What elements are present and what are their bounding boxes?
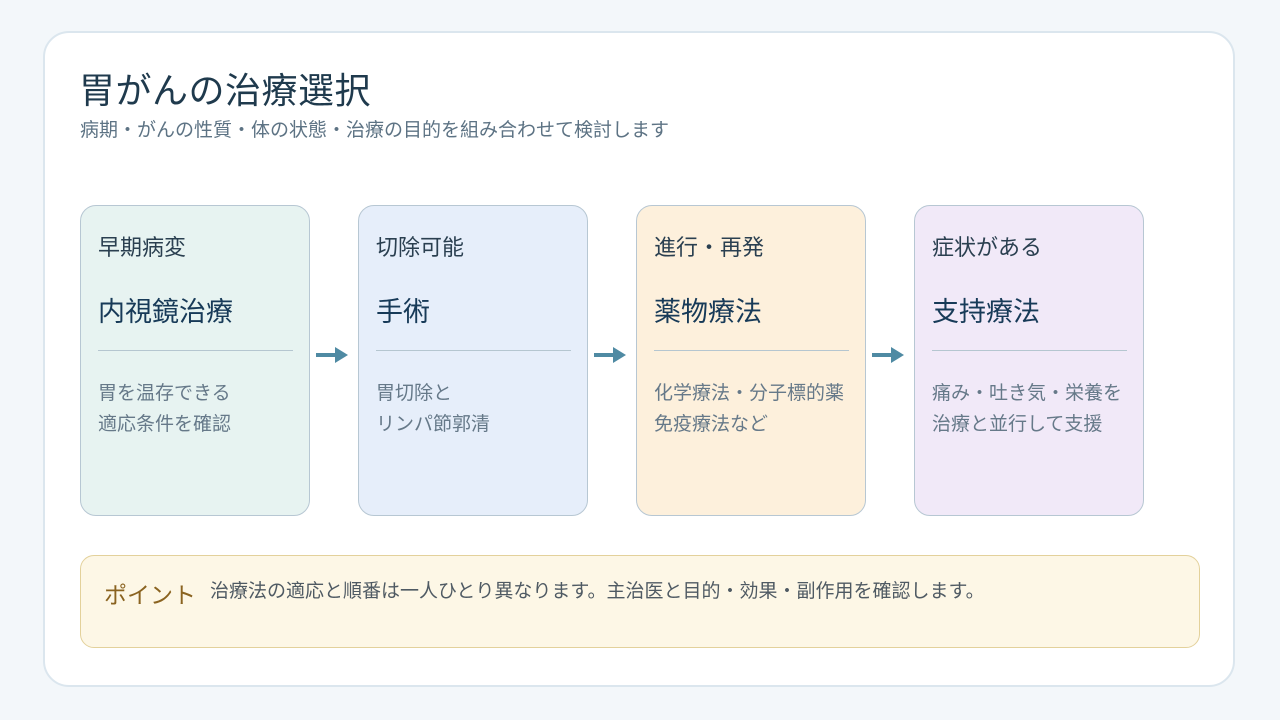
treatment-description: 胃を温存できる 適応条件を確認 xyxy=(98,378,303,440)
point-note: ポイント 治療法の適応と順番は一人ひとり異なります。主治医と目的・効果・副作用を… xyxy=(80,555,1200,648)
description-line: 治療と並行して支援 xyxy=(932,413,1103,435)
description-line: 痛み・吐き気・栄養を xyxy=(932,382,1123,404)
card-divider xyxy=(654,350,849,351)
stage-label: 切除可能 xyxy=(376,236,465,261)
arrow-right-icon xyxy=(872,347,904,363)
description-line: 化学療法・分子標的薬 xyxy=(654,382,845,404)
arrow-right-icon xyxy=(316,347,348,363)
page-subtitle: 病期・がんの性質・体の状態・治療の目的を組み合わせて検討します xyxy=(80,119,670,141)
step-card-drug-therapy: 進行・再発 薬物療法 化学療法・分子標的薬 免疫療法など xyxy=(636,205,866,516)
card-divider xyxy=(932,350,1127,351)
treatment-name: 内視鏡治療 xyxy=(98,297,233,328)
step-card-supportive-care: 症状がある 支持療法 痛み・吐き気・栄養を 治療と並行して支援 xyxy=(914,205,1144,516)
treatment-name: 薬物療法 xyxy=(654,297,762,328)
description-line: 免疫療法など xyxy=(654,413,769,435)
card-divider xyxy=(98,350,293,351)
arrow-right-icon xyxy=(594,347,626,363)
treatment-name: 支持療法 xyxy=(932,297,1040,328)
page-title: 胃がんの治療選択 xyxy=(79,71,372,112)
point-label: ポイント xyxy=(104,583,196,609)
card-divider xyxy=(376,350,571,351)
treatment-description: 胃切除と リンパ節郭清 xyxy=(376,378,581,440)
treatment-description: 化学療法・分子標的薬 免疫療法など xyxy=(654,378,859,440)
stage-label: 進行・再発 xyxy=(654,236,765,261)
step-card-endoscopic: 早期病変 内視鏡治療 胃を温存できる 適応条件を確認 xyxy=(80,205,310,516)
description-line: リンパ節郭清 xyxy=(376,413,491,435)
step-card-surgery: 切除可能 手術 胃切除と リンパ節郭清 xyxy=(358,205,588,516)
stage-label: 早期病変 xyxy=(98,236,187,261)
description-line: 胃切除と xyxy=(376,382,453,404)
stage-label: 症状がある xyxy=(932,236,1043,261)
point-text: 治療法の適応と順番は一人ひとり異なります。主治医と目的・効果・副作用を確認します… xyxy=(210,580,985,602)
treatment-description: 痛み・吐き気・栄養を 治療と並行して支援 xyxy=(932,378,1137,440)
description-line: 胃を温存できる xyxy=(98,382,231,404)
treatment-name: 手術 xyxy=(376,297,430,328)
description-line: 適応条件を確認 xyxy=(98,413,232,435)
